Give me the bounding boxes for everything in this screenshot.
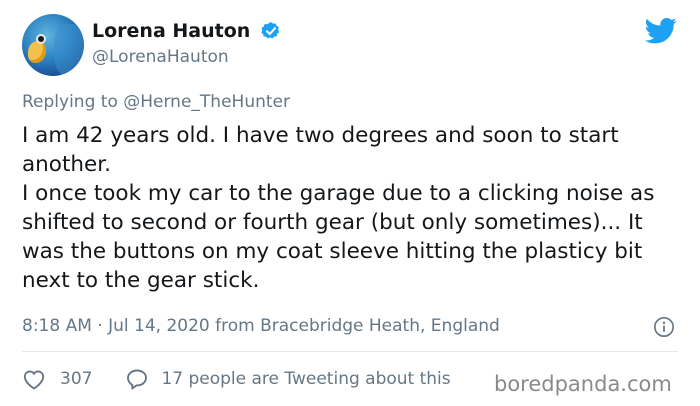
replying-to-line: Replying to @Herne_TheHunter [22,92,290,112]
replying-to-label: Replying to [22,92,118,112]
author-handle[interactable]: @LorenaHauton [92,47,229,67]
verified-badge-icon [261,22,280,39]
replying-to-handle[interactable]: @Herne_TheHunter [123,92,290,112]
divider [22,351,678,352]
tweet-text-line: I am 42 years old. I have two degrees an… [22,123,619,177]
conversation-link[interactable]: 17 people are Tweeting about this [161,369,450,389]
tweet-text: I am 42 years old. I have two degrees an… [22,121,684,295]
tweet-text-line: I once took my car to the garage due to … [22,181,655,293]
author-name-row: Lorena Hauton [92,20,282,42]
comment-icon[interactable] [125,368,149,390]
like-count[interactable]: 307 [60,369,92,389]
author-name[interactable]: Lorena Hauton [92,20,250,42]
tweet-timestamp-location[interactable]: 8:18 AM · Jul 14, 2020 from Bracebridge … [22,316,500,336]
avatar[interactable] [22,14,84,76]
avatar-feather [54,24,84,76]
info-icon[interactable] [653,316,675,338]
tweet-actions: 307 17 people are Tweeting about this [22,368,451,390]
avatar-eye [38,36,44,42]
twitter-bird-icon[interactable] [645,17,677,45]
watermark: boredpanda.com [494,372,672,396]
heart-icon[interactable] [22,368,46,390]
avatar-beak [28,41,46,63]
